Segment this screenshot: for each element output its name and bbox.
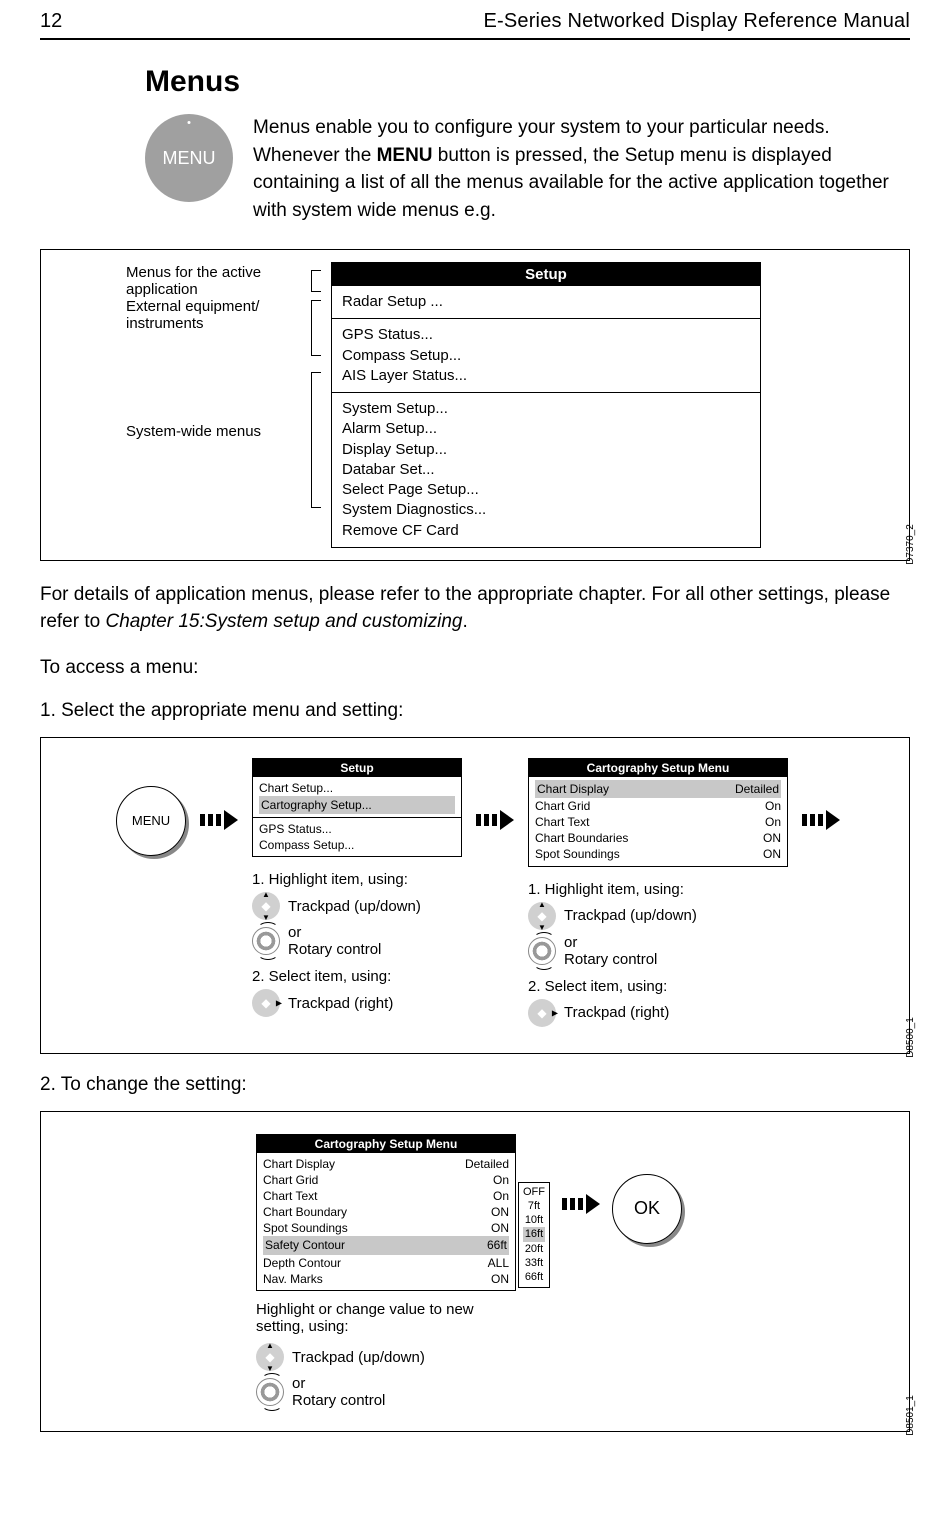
menu-button-illustration: MENU — [145, 114, 233, 202]
mini-panel-title: Cartography Setup Menu — [529, 759, 787, 777]
section-title: Menus — [145, 65, 910, 99]
menu-item: Alarm Setup... — [342, 419, 750, 439]
document-title: E-Series Networked Display Reference Man… — [483, 10, 910, 33]
access-heading: To access a menu: — [40, 654, 910, 682]
setup-panel-title: Setup — [332, 263, 760, 286]
instr-text: Trackpad (up/down) — [288, 898, 421, 915]
options-popup: OFF 7ft 10ft 16ft 20ft 33ft 66ft — [518, 1182, 550, 1288]
rotary-icon — [528, 937, 556, 965]
menu-item: Remove CF Card — [342, 521, 750, 541]
label-external: External equipment/ instruments — [126, 296, 305, 332]
arrow-icon — [476, 810, 514, 830]
select-menu-figure: D8500_1 MENU Setup Chart Setup... Cartog… — [40, 737, 910, 1054]
body-para: For details of application menus, please… — [40, 581, 910, 636]
instr-heading: 1. Highlight item, using: — [528, 881, 788, 898]
menu-item: System Setup... — [342, 399, 750, 419]
mini-panel-title: Setup — [253, 759, 461, 777]
menu-button-small: MENU — [116, 786, 186, 856]
trackpad-icon: ▶ — [252, 989, 280, 1017]
menu-item: Display Setup... — [342, 440, 750, 460]
instr-text: Highlight or change value to new setting… — [256, 1301, 506, 1335]
menu-item: Compass Setup... — [259, 837, 455, 853]
cartography-panel-3: Cartography Setup Menu Chart DisplayDeta… — [256, 1134, 516, 1292]
step-2: 2. To change the setting: — [40, 1074, 910, 1096]
menu-item: GPS Status... — [259, 821, 455, 837]
menu-item: AIS Layer Status... — [342, 366, 750, 386]
mini-panel-title: Cartography Setup Menu — [257, 1135, 515, 1153]
instr-text: Trackpad (right) — [288, 995, 393, 1012]
menu-item: Radar Setup ... — [342, 292, 750, 312]
instr-text: Trackpad (up/down) — [564, 907, 697, 924]
rotary-icon — [252, 927, 280, 955]
intro-paragraph: Menus enable you to configure your syste… — [253, 114, 910, 224]
trackpad-icon: ▲▼ — [528, 902, 556, 930]
menu-item-highlighted: Cartography Setup... — [259, 796, 455, 814]
ok-button-illustration: OK — [612, 1174, 682, 1244]
trackpad-icon: ▶ — [528, 999, 556, 1027]
figure-id: D8501_1 — [905, 1395, 916, 1436]
setup-panel: Setup Radar Setup ... GPS Status... Comp… — [331, 262, 761, 548]
menu-item: Databar Set... — [342, 460, 750, 480]
instr-text: Trackpad (right) — [564, 1004, 669, 1021]
menu-button-label: MENU — [163, 148, 216, 169]
trackpad-icon: ▲▼ — [256, 1343, 284, 1371]
figure-id: D7370_2 — [905, 524, 916, 565]
instr-heading: 2. Select item, using: — [252, 968, 462, 985]
figure-id: D8500_1 — [905, 1017, 916, 1058]
cartography-mini-panel: Cartography Setup Menu Chart DisplayDeta… — [528, 758, 788, 867]
menu-item: System Diagnostics... — [342, 500, 750, 520]
menu-item: Chart Setup... — [259, 780, 455, 796]
arrow-icon — [802, 810, 840, 830]
change-setting-figure: D8501_1 Cartography Setup Menu Chart Dis… — [40, 1111, 910, 1433]
rotary-icon — [256, 1378, 284, 1406]
page-number: 12 — [40, 10, 62, 33]
page-header: 12 E-Series Networked Display Reference … — [40, 0, 910, 40]
setup-menu-figure: D7370_2 Menus for the active application… — [40, 249, 910, 561]
arrow-icon — [562, 1194, 600, 1214]
instr-heading: 2. Select item, using: — [528, 978, 788, 995]
menu-item: Compass Setup... — [342, 346, 750, 366]
label-system-wide: System-wide menus — [126, 368, 305, 440]
menu-item: GPS Status... — [342, 325, 750, 345]
trackpad-icon: ▲▼ — [252, 892, 280, 920]
label-active-app: Menus for the active application — [126, 262, 305, 298]
instr-heading: 1. Highlight item, using: — [252, 871, 462, 888]
setup-mini-panel: Setup Chart Setup... Cartography Setup..… — [252, 758, 462, 858]
menu-item: Select Page Setup... — [342, 480, 750, 500]
step-1: 1. Select the appropriate menu and setti… — [40, 700, 910, 722]
arrow-icon — [200, 810, 238, 830]
